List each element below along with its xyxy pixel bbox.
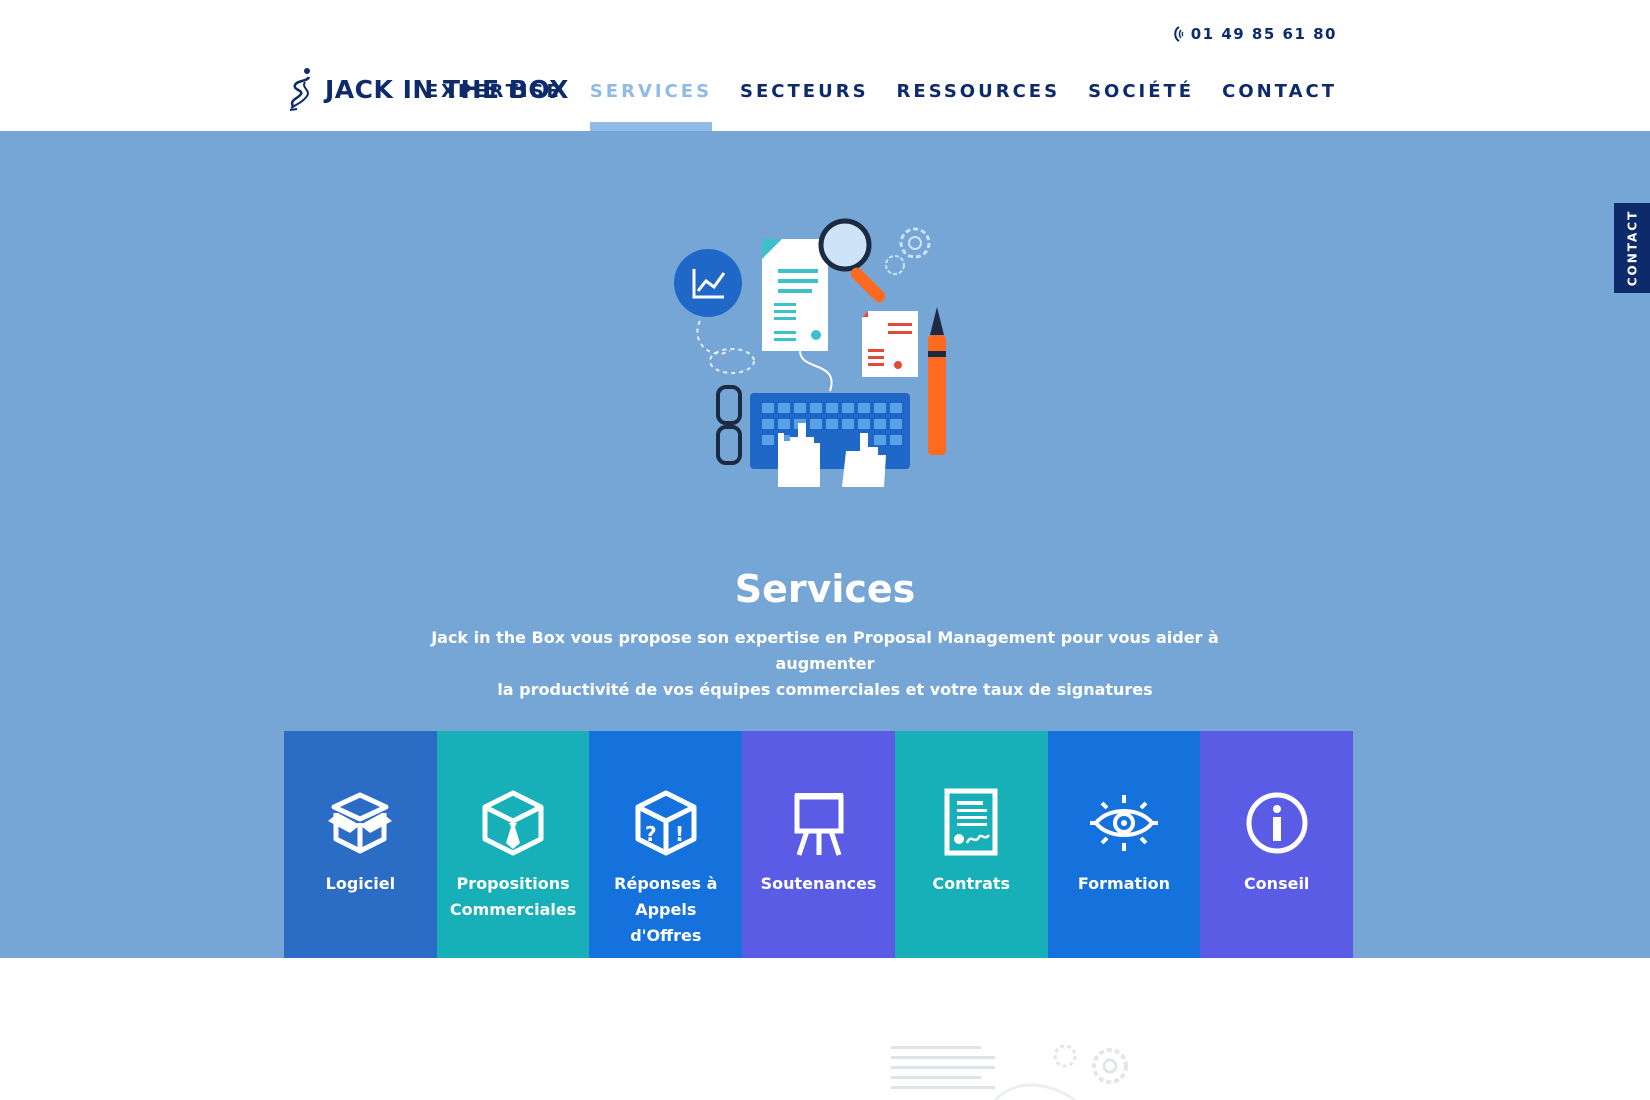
tile-label: Contrats bbox=[932, 874, 1011, 893]
hero-subtitle: Jack in the Box vous propose son experti… bbox=[425, 625, 1225, 703]
info-icon bbox=[1246, 792, 1308, 854]
box-tie-icon bbox=[482, 790, 544, 856]
decorative-illustration bbox=[891, 1044, 1128, 1100]
tile-reponses-appels-offres[interactable]: ? ! Réponses à Appels d'Offres bbox=[589, 731, 743, 958]
phone-icon bbox=[1173, 26, 1184, 42]
nav-expertise[interactable]: EXPERTISE bbox=[426, 81, 562, 102]
nav-secteurs[interactable]: SECTEURS bbox=[740, 81, 868, 102]
open-box-icon bbox=[328, 792, 393, 854]
services-illustration bbox=[674, 218, 946, 487]
tile-soutenances[interactable]: Soutenances bbox=[742, 731, 895, 958]
svg-text:!: ! bbox=[675, 822, 684, 846]
tile-formation[interactable]: Formation bbox=[1047, 731, 1201, 958]
tile-label: Soutenances bbox=[760, 874, 877, 893]
tile-propositions-commerciales[interactable]: Propositions Commerciales bbox=[436, 731, 590, 958]
side-contact-label: CONTACT bbox=[1625, 209, 1639, 287]
tile-label: Réponses à Appels d'Offres bbox=[614, 874, 718, 945]
tile-label: Logiciel bbox=[325, 874, 396, 893]
eye-icon bbox=[1089, 795, 1158, 851]
hero-subtitle-line1: Jack in the Box vous propose son experti… bbox=[431, 628, 1219, 673]
easel-icon bbox=[794, 793, 844, 856]
svg-text:?: ? bbox=[645, 822, 657, 846]
contract-icon bbox=[944, 788, 998, 856]
phone-number[interactable]: 01 49 85 61 80 bbox=[1171, 25, 1337, 43]
spring-logo-icon bbox=[289, 68, 311, 111]
tile-conseil[interactable]: Conseil bbox=[1200, 731, 1354, 958]
side-contact-tab[interactable]: CONTACT bbox=[1614, 203, 1650, 293]
site-header: 01 49 85 61 80 JACK IN THE BOX EXPERTISE… bbox=[0, 0, 1650, 131]
service-tiles: Logiciel Propositions Commerciales ? ! R… bbox=[284, 731, 1354, 958]
tile-label: Propositions Commerciales bbox=[449, 874, 577, 919]
nav-societe[interactable]: SOCIÉTÉ bbox=[1088, 81, 1194, 102]
nav-contact[interactable]: CONTACT bbox=[1222, 81, 1337, 102]
tile-label: Formation bbox=[1077, 874, 1171, 893]
tile-contrats[interactable]: Contrats bbox=[894, 731, 1048, 958]
hero-subtitle-line2: la productivité de vos équipes commercia… bbox=[497, 680, 1153, 699]
tile-logiciel[interactable]: Logiciel bbox=[284, 731, 437, 958]
nav-ressources[interactable]: RESSOURCES bbox=[897, 81, 1061, 102]
phone-number-text: 01 49 85 61 80 bbox=[1190, 25, 1337, 43]
main-nav: EXPERTISE SERVICES SECTEURS RESSOURCES S… bbox=[426, 81, 1337, 131]
tile-label: Conseil bbox=[1243, 874, 1310, 893]
box-question-icon: ? ! bbox=[635, 790, 697, 856]
nav-services[interactable]: SERVICES bbox=[589, 81, 713, 131]
page-title: Services bbox=[734, 567, 916, 611]
